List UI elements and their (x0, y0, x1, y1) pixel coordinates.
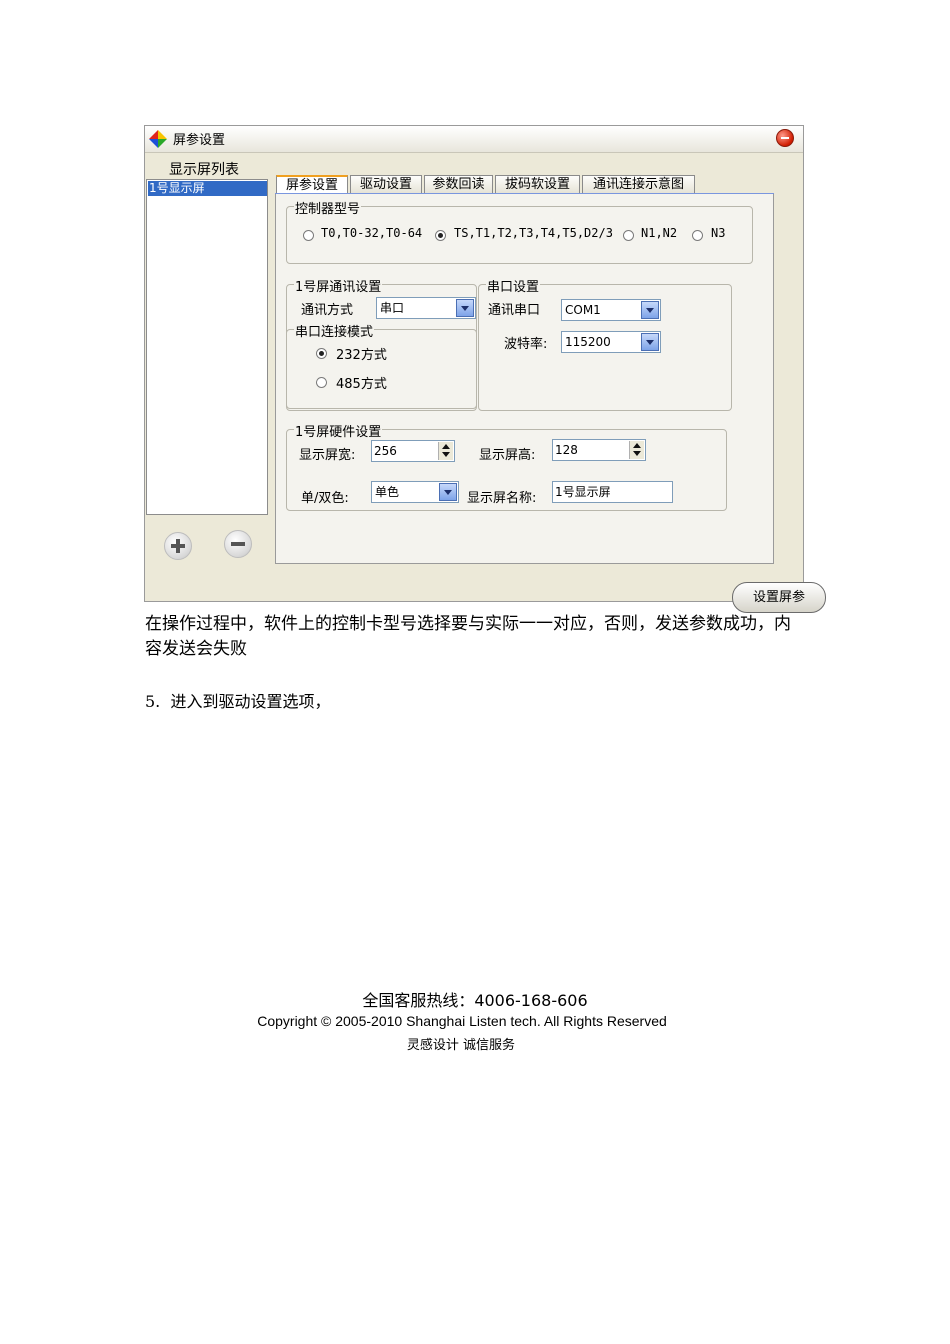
close-button[interactable] (776, 129, 794, 147)
settings-window: 屏参设置 显示屏列表 1号显示屏 屏参设置 驱动设置 参数回读 拔码软设置 通讯… (144, 125, 826, 613)
serial-port-label: 通讯串口 (488, 303, 541, 318)
hardware-settings-group: 1号屏硬件设置 显示屏宽: 256 显示屏高: 128 单/双色: 单色 显示屏… (286, 421, 727, 511)
hotline-text: 全国客服热线：4006-168-606 (362, 991, 588, 1010)
screen-name-value: 1号显示屏 (555, 485, 611, 499)
radio-label: N1,N2 (641, 226, 678, 240)
chevron-down-icon[interactable] (641, 333, 659, 351)
serial-port-value: COM1 (565, 303, 601, 317)
radio-485[interactable] (316, 377, 327, 388)
list-item[interactable]: 1号显示屏 (148, 181, 267, 196)
step-5: 5. 进入到驱动设置选项， (145, 688, 330, 712)
color-mode-select[interactable]: 单色 (371, 481, 459, 503)
serial-mode-group: 串口连接模式 232方式 485方式 (286, 321, 477, 411)
screen-width-label: 显示屏宽: (299, 448, 356, 463)
baud-rate-value: 115200 (565, 335, 611, 349)
tab-screen-params[interactable]: 屏参设置 (276, 175, 348, 193)
radio-controller-n3[interactable] (692, 230, 703, 241)
group-title: 串口设置 (486, 276, 541, 295)
screen-name-input[interactable]: 1号显示屏 (552, 481, 673, 503)
screen-list[interactable]: 1号显示屏 (146, 179, 268, 515)
screen-list-label: 显示屏列表 (169, 162, 239, 178)
tab-panel: 控制器型号 T0,T0-32,T0-64 TS,T1,T2,T3,T4,T5,D… (275, 194, 826, 613)
copyright-text: Copyright © 2005-2010 Shanghai Listen te… (257, 1013, 667, 1029)
chevron-down-icon[interactable] (439, 483, 457, 501)
radio-232[interactable] (316, 348, 327, 359)
group-title: 控制器型号 (294, 198, 362, 217)
screen-width-stepper[interactable]: 256 (371, 440, 455, 462)
radio-controller-t0[interactable] (303, 230, 314, 241)
slogan-text: 灵感设计 诚信服务 (406, 1038, 516, 1053)
screen-width-value: 256 (374, 444, 397, 458)
chevron-down-icon[interactable] (456, 299, 474, 317)
group-title: 串口连接模式 (294, 321, 375, 340)
comm-method-value: 串口 (380, 301, 405, 315)
controller-model-group: 控制器型号 T0,T0-32,T0-64 TS,T1,T2,T3,T4,T5,D… (286, 198, 753, 264)
spin-arrows-icon[interactable] (438, 442, 453, 460)
comm-method-select[interactable]: 串口 (376, 297, 476, 319)
radio-label: TS,T1,T2,T3,T4,T5,D2/3 (454, 226, 613, 240)
tab-param-readback[interactable]: 参数回读 (424, 175, 493, 193)
tab-connection-diagram[interactable]: 通讯连接示意图 (582, 175, 695, 193)
color-mode-value: 单色 (375, 485, 400, 499)
plus-icon-stem (176, 539, 180, 553)
tab-dip-switch-settings[interactable]: 拔码软设置 (495, 175, 580, 193)
window-title: 屏参设置 (173, 133, 226, 148)
step-text: 进入到驱动设置选项， (170, 692, 331, 711)
step-number: 5. (145, 692, 161, 711)
serial-port-select[interactable]: COM1 (561, 299, 661, 321)
baud-rate-label: 波特率: (504, 337, 548, 352)
instruction-paragraph: 在操作过程中，软件上的控制卡型号选择要与实际一一对应，否则，发送参数成功，内容发… (145, 614, 791, 659)
tab-driver-settings[interactable]: 驱动设置 (350, 175, 422, 193)
add-screen-button[interactable] (164, 532, 192, 560)
set-params-button[interactable]: 设置屏参 (732, 582, 826, 613)
minus-icon (231, 542, 245, 546)
serial-settings-group: 串口设置 通讯串口 COM1 波特率: 115200 (478, 276, 732, 411)
spin-arrows-icon[interactable] (629, 441, 644, 459)
screen-name-label: 显示屏名称: (467, 491, 537, 506)
color-mode-label: 单/双色: (301, 491, 349, 506)
radio-label: 485方式 (336, 377, 387, 392)
radio-label: N3 (711, 226, 726, 240)
screen-height-value: 128 (555, 443, 578, 457)
group-title: 1号屏通讯设置 (294, 276, 383, 295)
app-logo-icon (149, 130, 167, 148)
comm-method-label: 通讯方式 (301, 303, 354, 318)
group-title: 1号屏硬件设置 (294, 421, 383, 440)
chevron-down-icon[interactable] (641, 301, 659, 319)
remove-screen-button[interactable] (224, 530, 252, 558)
radio-controller-ts[interactable] (435, 230, 446, 241)
title-bar[interactable]: 屏参设置 (145, 126, 803, 153)
screen-height-stepper[interactable]: 128 (552, 439, 646, 461)
baud-rate-select[interactable]: 115200 (561, 331, 661, 353)
radio-controller-n1[interactable] (623, 230, 634, 241)
radio-label: T0,T0-32,T0-64 (321, 226, 423, 240)
screen-height-label: 显示屏高: (479, 448, 536, 463)
radio-label: 232方式 (336, 348, 387, 363)
